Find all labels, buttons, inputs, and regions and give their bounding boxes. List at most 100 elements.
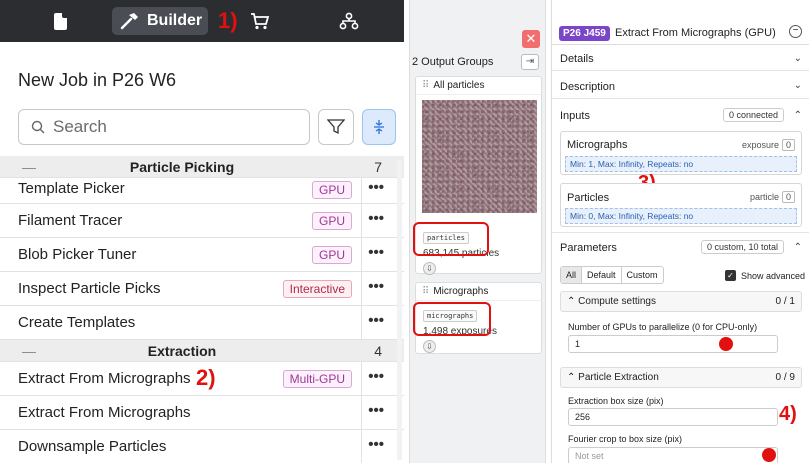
cart-icon[interactable]	[250, 12, 270, 30]
more-options-icon[interactable]: •••	[368, 179, 384, 196]
job-badge: GPU	[311, 181, 352, 199]
chevron-down-icon: ⌄	[793, 53, 802, 64]
job-id-badge[interactable]: P26 J459	[559, 26, 610, 41]
param-group-header[interactable]: ⌃ Compute settings 0 / 1	[560, 291, 802, 312]
chevron-down-icon: ⌄	[793, 80, 802, 91]
list-item[interactable]: Downsample Particles •••	[0, 430, 404, 463]
show-advanced-toggle[interactable]: ✓ Show advanced	[725, 270, 805, 281]
download-icon[interactable]: ⇩	[423, 340, 436, 353]
more-options-icon[interactable]: •••	[368, 278, 384, 295]
group-title: ⌃ Particle Extraction	[567, 372, 659, 383]
group-title-text: Compute settings	[578, 296, 656, 307]
category-header-extraction[interactable]: — Extraction 4	[0, 340, 404, 362]
inputs-section[interactable]: Inputs 0 connected ⌃	[552, 99, 809, 131]
more-options-icon[interactable]: •••	[368, 402, 384, 419]
param-label: Fourier crop to box size (pix)	[568, 434, 683, 444]
input-type: particle 0	[750, 191, 795, 203]
collapse-icon	[374, 120, 384, 134]
search-icon	[31, 120, 45, 134]
more-options-icon[interactable]: •••	[368, 210, 384, 227]
hammer-icon	[120, 13, 138, 30]
collapse-categories-button[interactable]	[362, 109, 396, 145]
job-builder-panel: Builder 1) New Job in P26 W6 Search — Pa…	[0, 0, 404, 463]
section-label: Parameters	[560, 242, 617, 254]
drag-handle-icon[interactable]: ⠿	[422, 286, 429, 297]
list-item[interactable]: Extract From Micrographs •••	[0, 396, 404, 430]
group-count: 0 / 1	[775, 296, 795, 307]
job-details-panel: P26 J459 Extract From Micrographs (GPU) …	[551, 0, 809, 463]
output-group-name: Micrographs	[433, 286, 489, 297]
divider	[361, 306, 362, 339]
job-name: Create Templates	[18, 314, 136, 331]
input-rule: Min: 0, Max: Infinity, Repeats: no	[565, 208, 797, 224]
inputs-connected-count: 0 connected	[722, 108, 784, 122]
list-item[interactable]: Filament Tracer GPU •••	[0, 204, 404, 238]
new-job-title: New Job in P26 W6	[18, 70, 177, 90]
list-item[interactable]: Template Picker GPU •••	[0, 178, 404, 204]
tab-all[interactable]: All	[561, 267, 583, 283]
search-input[interactable]: Search	[18, 109, 310, 145]
input-slot-micrographs[interactable]: Micrographs exposure 0 Min: 1, Max: Infin…	[560, 131, 802, 175]
chevron-up-icon: ⌃	[793, 242, 802, 253]
param-label: Number of GPUs to parallelize (0 for CPU…	[568, 322, 758, 332]
input-count: 0	[781, 139, 795, 151]
checkbox-checked-icon[interactable]: ✓	[725, 270, 736, 281]
annotation-4: 4)	[779, 403, 797, 425]
annotation-1: 1)	[218, 8, 238, 33]
description-section[interactable]: Description ⌄	[552, 71, 809, 99]
list-item[interactable]: Blob Picker Tuner GPU •••	[0, 238, 404, 272]
list-item[interactable]: Extract From Micrographs 2) Multi-GPU ••…	[0, 362, 404, 396]
input-rule: Min: 1, Max: Infinity, Repeats: no	[565, 156, 797, 172]
list-item[interactable]: Inspect Particle Picks Interactive •••	[0, 272, 404, 306]
job-name: Template Picker	[18, 180, 125, 197]
close-icon[interactable]: ✕	[522, 30, 540, 48]
scrollbar[interactable]	[397, 160, 402, 460]
collapse-icon[interactable]: −	[789, 25, 802, 38]
job-name: Filament Tracer	[18, 212, 123, 229]
details-section[interactable]: Details ⌄	[552, 45, 809, 71]
job-list: — Particle Picking 7 Template Picker GPU…	[0, 156, 404, 463]
more-options-icon[interactable]: •••	[368, 312, 384, 329]
tab-default[interactable]: Default	[582, 267, 622, 283]
job-name: Inspect Particle Picks	[18, 280, 161, 297]
divider	[361, 396, 362, 429]
document-icon[interactable]	[54, 13, 67, 30]
input-name: Particles	[567, 192, 610, 204]
output-group-header: ⠿ Micrographs	[416, 283, 541, 301]
section-label: Description	[560, 81, 616, 93]
list-item[interactable]: Create Templates •••	[0, 306, 404, 340]
more-options-icon[interactable]: •••	[368, 368, 384, 385]
annotation-2: 2)	[196, 365, 216, 390]
fourier-crop-input[interactable]: Not set	[568, 447, 778, 463]
input-slot-particles[interactable]: Particles particle 0 Min: 0, Max: Infinit…	[560, 183, 802, 227]
builder-tab-label: Builder	[147, 12, 203, 29]
param-group-header[interactable]: ⌃ Particle Extraction 0 / 9	[560, 367, 802, 388]
input-count: 0	[781, 191, 795, 203]
box-size-input[interactable]: 256	[568, 408, 778, 426]
job-name: Extract From Micrographs	[18, 404, 191, 421]
job-header: P26 J459 Extract From Micrographs (GPU) …	[552, 0, 809, 45]
input-type-label: exposure	[741, 140, 779, 150]
job-name: Downsample Particles	[18, 438, 167, 455]
divider	[361, 204, 362, 237]
workflow-tree-icon[interactable]	[339, 12, 359, 30]
drag-handle-icon[interactable]: ⠿	[422, 80, 429, 91]
export-icon[interactable]: ⇥	[521, 54, 539, 70]
section-label: Details	[560, 53, 594, 65]
divider	[361, 272, 362, 305]
show-advanced-label: Show advanced	[741, 270, 806, 281]
filter-button[interactable]	[318, 109, 354, 145]
builder-tab[interactable]: Builder	[112, 7, 208, 35]
search-placeholder: Search	[53, 117, 107, 136]
tab-custom[interactable]: Custom	[622, 267, 663, 283]
divider	[361, 430, 362, 463]
parameters-section[interactable]: Parameters 0 custom, 10 total ⌃	[552, 232, 809, 260]
more-options-icon[interactable]: •••	[368, 244, 384, 261]
job-type-title: Extract From Micrographs (GPU)	[615, 27, 776, 39]
divider	[361, 178, 362, 203]
job-badge: GPU	[311, 212, 352, 230]
download-icon[interactable]: ⇩	[423, 262, 436, 275]
more-options-icon[interactable]: •••	[368, 436, 384, 453]
num-gpus-input[interactable]: 1	[568, 335, 778, 353]
category-header-particle-picking[interactable]: — Particle Picking 7	[0, 156, 404, 178]
